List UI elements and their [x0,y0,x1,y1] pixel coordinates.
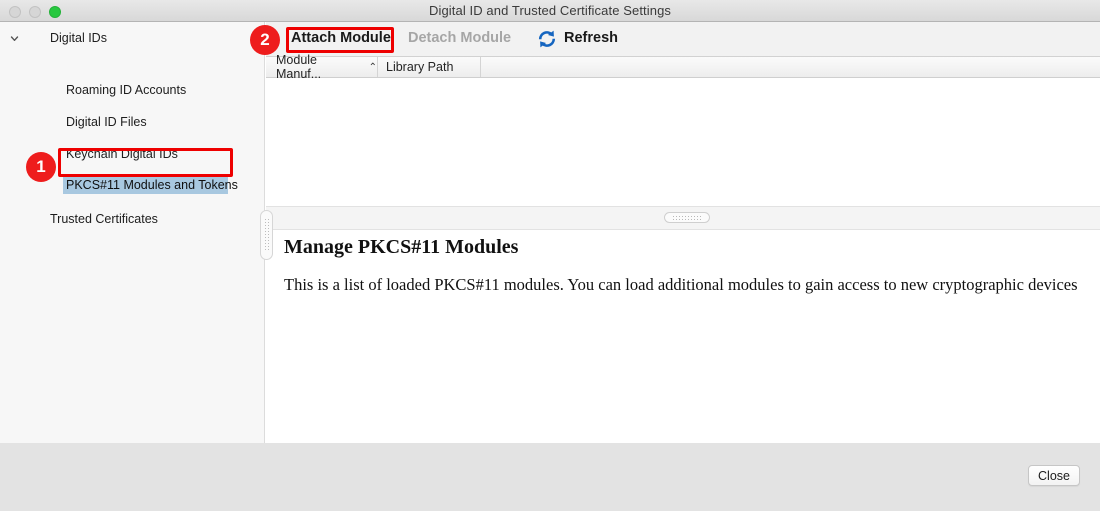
sidebar-item-label: Trusted Certificates [50,212,158,226]
refresh-icon[interactable] [536,28,558,50]
sidebar-item-roaming-id-accounts[interactable]: Roaming ID Accounts [0,79,264,101]
sidebar-item-label: PKCS#11 Modules and Tokens [66,177,238,192]
attach-module-button[interactable]: Attach Module [291,30,391,46]
sidebar-item-label: Digital ID Files [66,115,147,129]
sidebar-item-label: Roaming ID Accounts [66,83,187,97]
vertical-splitter-grip[interactable] [260,210,273,260]
detail-pane: Manage PKCS#11 Modules This is a list of… [266,230,1100,443]
footer-bar: Close [0,443,1100,511]
column-header-label: Library Path [386,60,454,74]
right-pane: Attach Module Detach Module Refresh Modu… [266,22,1100,443]
column-header-label: Module Manuf... [276,53,322,81]
digital-id-settings-window: Digital ID and Trusted Certificate Setti… [0,0,1100,511]
modules-table-body[interactable] [266,78,1100,206]
detail-description: This is a list of loaded PKCS#11 modules… [284,275,1078,294]
horizontal-splitter-grip[interactable] [664,212,710,223]
detach-module-button: Detach Module [408,30,512,46]
toolbar: Attach Module Detach Module Refresh [266,22,1100,57]
grip-dots-icon [672,215,702,220]
sort-ascending-icon: ⌃ [368,61,377,73]
annotation-badge-1: 1 [26,152,56,182]
chevron-down-icon[interactable] [6,30,22,46]
annotation-badge-2: 2 [250,25,280,55]
sidebar-item-trusted-certificates[interactable]: Trusted Certificates [0,208,264,230]
sidebar-item-digital-id-files[interactable]: Digital ID Files [0,111,264,133]
column-header-library-path[interactable]: Library Path [378,57,481,77]
refresh-button-label[interactable]: Refresh [564,30,618,46]
sidebar-item-pkcs11-modules-and-tokens[interactable]: PKCS#11 Modules and Tokens [63,175,238,194]
sidebar-item-label: Keychain Digital IDs [66,147,178,161]
detail-title: Manage PKCS#11 Modules [284,236,519,258]
column-header-spacer [481,57,489,77]
sidebar: Digital IDs Roaming ID Accounts Digital … [0,22,265,443]
sidebar-item-digital-ids[interactable]: Digital IDs [0,27,264,49]
sidebar-item-label: Digital IDs [50,31,107,45]
close-button[interactable]: Close [1028,465,1080,486]
horizontal-splitter[interactable] [266,206,1100,230]
window-titlebar: Digital ID and Trusted Certificate Setti… [0,0,1100,22]
table-column-headers: Module Manuf... ⌃ Library Path [266,53,1100,81]
window-title: Digital ID and Trusted Certificate Setti… [428,3,672,18]
column-header-module-manufacturer[interactable]: Module Manuf... ⌃ [268,53,378,81]
grip-dots-icon [264,218,269,252]
